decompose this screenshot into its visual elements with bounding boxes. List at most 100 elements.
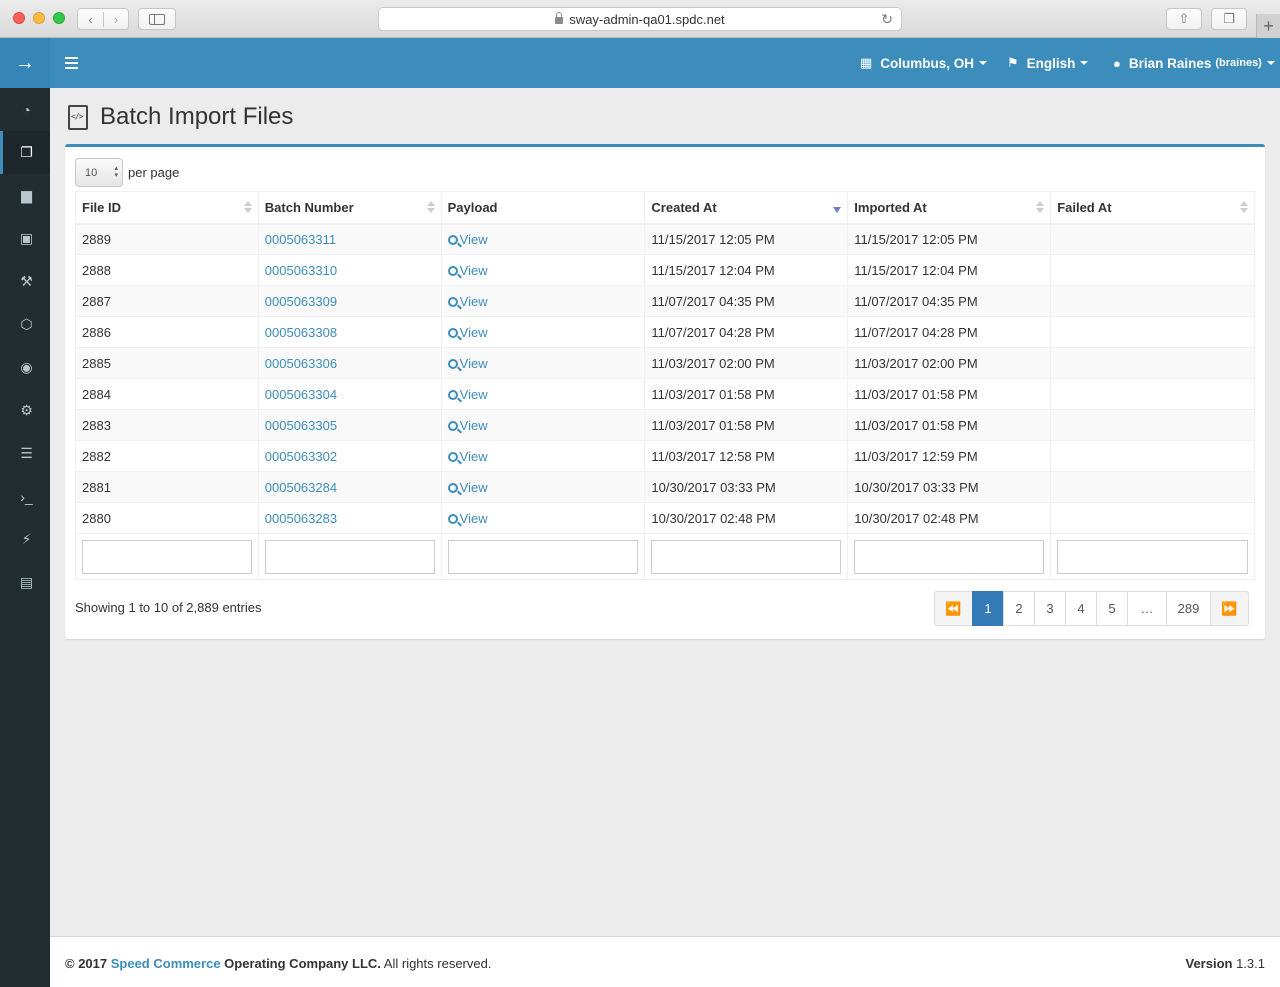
- batch-number-link[interactable]: 0005063309: [265, 294, 337, 309]
- view-payload-link[interactable]: View: [447, 480, 488, 495]
- batch-number-link[interactable]: 0005063308: [265, 325, 337, 340]
- filter-failed-at[interactable]: [1057, 539, 1248, 574]
- imported-at-cell: 11/03/2017 01:58 PM: [847, 378, 1052, 410]
- payload-cell: View: [440, 409, 646, 441]
- new-tab-button[interactable]: +: [1256, 14, 1280, 38]
- filter-payload[interactable]: [447, 539, 639, 574]
- zoom-window-button[interactable]: [53, 12, 65, 24]
- view-payload-link[interactable]: View: [447, 294, 488, 309]
- page-289-button[interactable]: 289: [1166, 591, 1211, 626]
- page-5-button[interactable]: 5: [1096, 591, 1128, 626]
- user-dropdown[interactable]: ● Brian Raines (braines): [1113, 38, 1275, 88]
- wrench-icon: ⚒: [20, 273, 33, 289]
- copyright-prefix: © 2017: [65, 956, 111, 971]
- language-dropdown[interactable]: ⚑ English: [1007, 38, 1089, 88]
- view-payload-link[interactable]: View: [447, 418, 488, 433]
- view-payload-link[interactable]: View: [447, 449, 488, 464]
- imported-at-cell: 11/03/2017 01:58 PM: [847, 409, 1052, 441]
- col-created-at[interactable]: Created At: [644, 191, 849, 225]
- page-4-button[interactable]: 4: [1065, 591, 1097, 626]
- company-link[interactable]: Speed Commerce: [111, 956, 221, 971]
- col-payload: Payload: [440, 191, 646, 225]
- sidebar-item-server[interactable]: ▤: [0, 561, 50, 604]
- sidebar-item-cube[interactable]: ⬡: [0, 303, 50, 346]
- sidebar-item-list[interactable]: ☰: [0, 432, 50, 475]
- arrow-right-icon: →: [15, 51, 35, 74]
- batch-number-link[interactable]: 0005063304: [265, 387, 337, 402]
- batch-number-link[interactable]: 0005063305: [265, 418, 337, 433]
- col-batch-number[interactable]: Batch Number: [257, 191, 442, 225]
- filter-batch-number[interactable]: [264, 539, 435, 574]
- sidebar-item-user-circle[interactable]: ◉: [0, 346, 50, 389]
- col-file-id[interactable]: File ID: [75, 191, 259, 225]
- url-text: sway-admin-qa01.spdc.net: [569, 11, 725, 27]
- reload-icon[interactable]: ↻: [881, 11, 893, 28]
- last-page-icon[interactable]: ⏩: [1210, 591, 1249, 626]
- payload-cell: View: [440, 285, 646, 317]
- back-icon[interactable]: ‹: [78, 12, 103, 27]
- page-1-button[interactable]: 1: [972, 591, 1004, 626]
- view-payload-link[interactable]: View: [447, 356, 488, 371]
- forward-icon[interactable]: ›: [102, 11, 128, 27]
- sidebar-item-file[interactable]: ▆: [0, 174, 50, 217]
- sidebar-item-wrench[interactable]: ⚒: [0, 260, 50, 303]
- file-id-cell: 2888: [75, 254, 259, 286]
- batch-number-link[interactable]: 0005063311: [265, 232, 336, 247]
- view-payload-link[interactable]: View: [447, 387, 488, 402]
- sidebar-item-files[interactable]: ❐: [0, 131, 50, 174]
- location-dropdown[interactable]: ▦ Columbus, OH: [860, 38, 988, 88]
- search-icon: [447, 420, 458, 431]
- batch-number-link[interactable]: 0005063310: [265, 263, 337, 278]
- caret-down-icon: [979, 61, 988, 65]
- view-payload-link[interactable]: View: [447, 511, 488, 526]
- payload-cell: View: [440, 378, 646, 410]
- page-2-button[interactable]: 2: [1003, 591, 1035, 626]
- page-length-select[interactable]: 10: [75, 158, 123, 187]
- first-page-icon[interactable]: ⏪: [934, 591, 973, 626]
- top-navbar: ▦ Columbus, OH ⚑ English ● Brian Raines …: [50, 38, 1280, 88]
- lock-icon: [555, 11, 564, 24]
- brand-logo[interactable]: →: [0, 38, 50, 88]
- filter-imported-at[interactable]: [854, 539, 1045, 574]
- address-bar[interactable]: sway-admin-qa01.spdc.net ↻: [378, 7, 902, 31]
- hamburger-menu-icon[interactable]: [65, 57, 78, 69]
- payload-cell: View: [440, 347, 646, 379]
- share-button[interactable]: ⇧: [1166, 8, 1202, 30]
- sidebar-item-plug[interactable]: ⚡: [0, 518, 50, 561]
- show-tabs-button[interactable]: ❐: [1211, 8, 1247, 30]
- batch-number-link[interactable]: 0005063284: [265, 480, 337, 495]
- sidebar-item-terminal[interactable]: ›_: [0, 475, 50, 518]
- sidebar-item-dashboard[interactable]: ◔: [0, 88, 50, 131]
- batch-number-link[interactable]: 0005063306: [265, 356, 337, 371]
- table-info: Showing 1 to 10 of 2,889 entries: [75, 600, 262, 615]
- view-payload-link[interactable]: View: [447, 232, 488, 247]
- page-3-button[interactable]: 3: [1034, 591, 1066, 626]
- show-sidebar-button[interactable]: [138, 8, 176, 30]
- file-id-cell: 2887: [75, 285, 259, 317]
- failed-at-cell: [1050, 409, 1255, 441]
- rights-text: All rights reserved.: [380, 956, 492, 971]
- col-imported-at[interactable]: Imported At: [847, 191, 1052, 225]
- list-icon: ☰: [20, 445, 33, 461]
- search-icon: [447, 513, 458, 524]
- file-icon: ▆: [21, 187, 32, 203]
- sidebar-item-gears[interactable]: ⚙: [0, 389, 50, 432]
- file-id-cell: 2881: [75, 471, 259, 503]
- col-failed-at[interactable]: Failed At: [1050, 191, 1255, 225]
- imported-at-cell: 11/07/2017 04:35 PM: [847, 285, 1052, 317]
- file-id-cell: 2880: [75, 502, 259, 534]
- batch-number-link[interactable]: 0005063283: [265, 511, 337, 526]
- imported-at-cell: 11/03/2017 12:59 PM: [847, 440, 1052, 472]
- created-at-cell: 11/15/2017 12:04 PM: [644, 254, 849, 286]
- user-circle-icon: ◉: [20, 359, 33, 375]
- filter-file-id[interactable]: [82, 539, 252, 574]
- batch-number-link[interactable]: 0005063302: [265, 449, 337, 464]
- close-window-button[interactable]: [13, 12, 25, 24]
- minimize-window-button[interactable]: [33, 12, 45, 24]
- view-payload-link[interactable]: View: [447, 263, 488, 278]
- sidebar-item-medkit[interactable]: ▣: [0, 217, 50, 260]
- user-name: Brian Raines: [1128, 55, 1212, 71]
- created-at-cell: 11/07/2017 04:35 PM: [644, 285, 849, 317]
- filter-created-at[interactable]: [651, 539, 842, 574]
- view-payload-link[interactable]: View: [447, 325, 488, 340]
